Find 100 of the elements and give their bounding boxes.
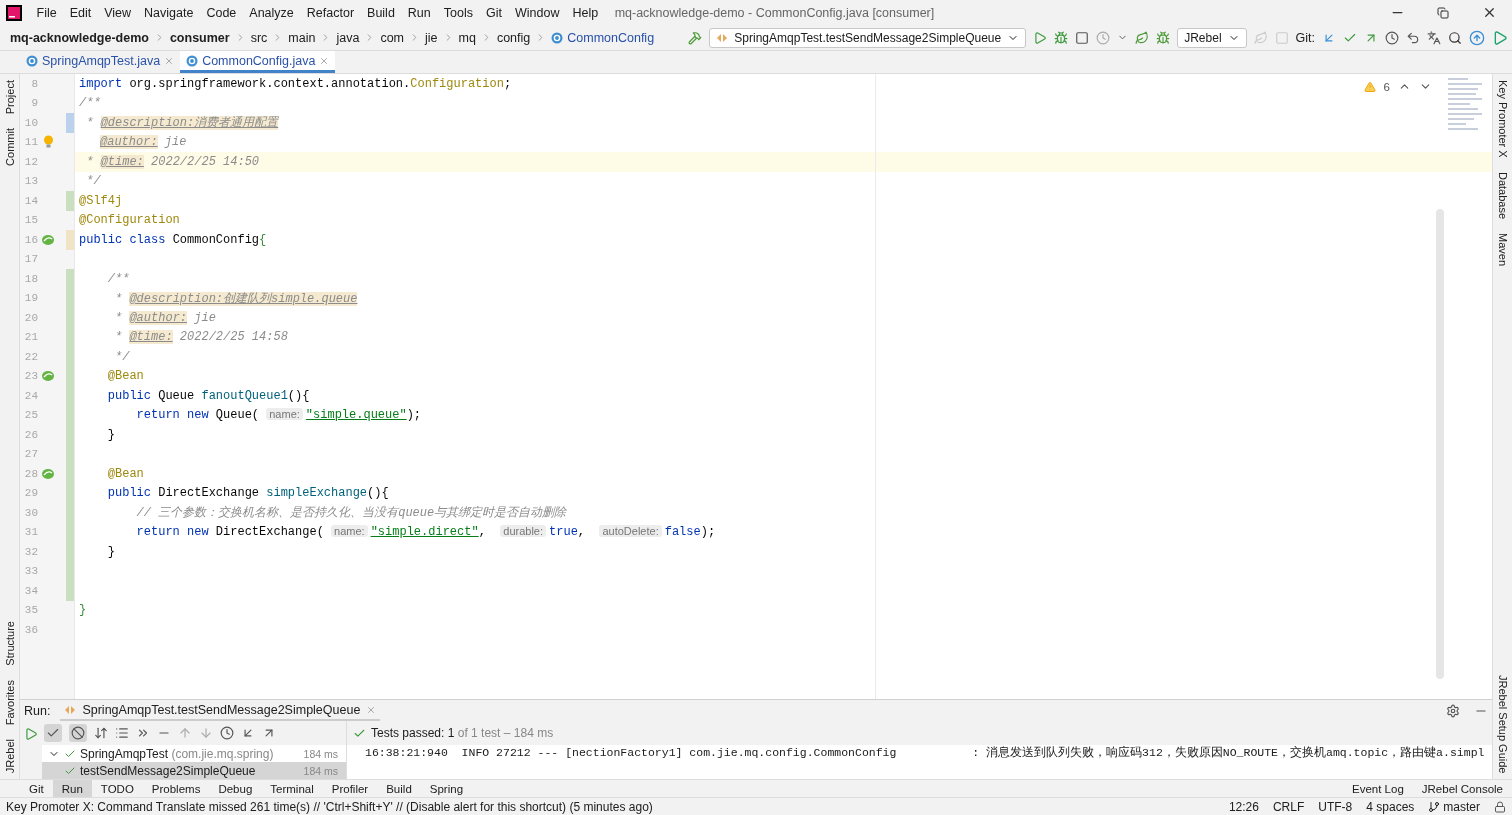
tool-window-tab[interactable]: Key Promoter X (1496, 80, 1509, 158)
tool-window-button[interactable]: Run (52, 780, 92, 797)
tool-window-tab[interactable]: Maven (1496, 232, 1509, 266)
line-number: 16 (23, 233, 38, 246)
tool-window-tab[interactable]: JRebel Setup Guide (1496, 674, 1509, 773)
tool-window-tab[interactable]: Project (3, 80, 16, 115)
menu-item[interactable]: Window (508, 5, 566, 20)
tool-window-button[interactable]: Event Log (1343, 780, 1413, 797)
breadcrumb[interactable]: src (250, 30, 268, 45)
tool-window-button[interactable]: Git (20, 780, 53, 797)
tool-window-button[interactable]: Debug (209, 780, 262, 797)
menu-item[interactable]: Analyze (242, 5, 301, 20)
test-name[interactable]: testSendMessage2SimpleQueue (80, 763, 256, 778)
bean-icon[interactable] (41, 232, 55, 247)
breadcrumb[interactable]: main (288, 30, 316, 45)
next-icon[interactable] (199, 726, 213, 740)
tool-window-button[interactable]: Build (377, 780, 421, 797)
status-item[interactable]: UTF-8 (1318, 799, 1353, 814)
code-line: */ (85, 174, 101, 189)
status-item[interactable]: 4 spaces (1366, 799, 1415, 814)
test-name[interactable]: SpringAmqpTest (com.jie.mq.spring) (80, 746, 274, 761)
menu-item[interactable]: Refactor (300, 5, 361, 20)
bean-icon[interactable] (41, 369, 55, 384)
rerun-icon[interactable] (24, 727, 38, 741)
breadcrumb[interactable]: consumer (169, 30, 230, 45)
breadcrumb[interactable]: mq-acknowledge-demo (10, 30, 149, 45)
editor-tab[interactable]: SpringAmqpTest.java (20, 51, 181, 73)
tool-window-button[interactable]: Spring (420, 780, 473, 797)
menu-item[interactable]: Code (199, 5, 243, 20)
tool-window-button[interactable]: Terminal (261, 780, 323, 797)
run-tab[interactable]: SpringAmqpTest.testSendMessage2SimpleQueue (60, 700, 381, 721)
history-icon[interactable] (1385, 30, 1399, 45)
tool-window-button[interactable]: Problems (142, 780, 210, 797)
line-number: 27 (23, 448, 38, 461)
restore-icon[interactable] (1437, 6, 1449, 19)
menu-item[interactable]: Help (565, 5, 605, 20)
breadcrumb[interactable]: CommonConfig (551, 30, 655, 45)
previous-icon[interactable] (178, 726, 192, 740)
show-passed-icon[interactable] (46, 726, 60, 740)
status-item[interactable]: CRLF (1272, 799, 1305, 814)
code-line: @Slf4j (79, 193, 123, 208)
lightbulb-icon[interactable] (42, 135, 54, 150)
bug-icon[interactable] (1156, 30, 1171, 45)
status-item[interactable]: master (1428, 799, 1480, 814)
warning-count[interactable]: 6 (1383, 80, 1390, 93)
breadcrumb[interactable]: mq (458, 30, 476, 45)
menu-item[interactable]: Tools (437, 5, 480, 20)
menu-item[interactable]: Run (401, 5, 438, 20)
line-number: 34 (23, 584, 38, 597)
rollback-icon[interactable] (1406, 30, 1420, 45)
test-summary: Tests passed: 1 of 1 test – 184 ms (371, 726, 554, 740)
menu-item[interactable]: View (97, 5, 138, 20)
bean-icon[interactable] (41, 466, 55, 481)
tool-window-tab[interactable]: Database (1496, 171, 1509, 219)
search-icon[interactable] (1448, 30, 1462, 45)
line-number: 17 (23, 253, 38, 266)
tool-window-button[interactable]: JRebel Console (1412, 780, 1512, 797)
menu-item[interactable]: Git (479, 5, 509, 20)
tool-window-tab[interactable]: JRebel (3, 738, 16, 773)
test-config-icon (716, 32, 729, 43)
line-number: 30 (23, 506, 38, 519)
code-line: @Bean (106, 466, 144, 481)
debug-icon[interactable] (1054, 30, 1069, 45)
lock-icon[interactable] (1494, 800, 1506, 813)
line-number: 18 (23, 272, 38, 285)
code-line: */ (114, 349, 130, 364)
tool-window-tab[interactable]: Favorites (3, 679, 16, 725)
settings-icon[interactable] (1446, 703, 1460, 718)
line-number: 31 (23, 526, 38, 539)
tool-window-button[interactable]: TODO (91, 780, 143, 797)
status-item[interactable]: 12:26 (1228, 799, 1259, 814)
upload-icon[interactable] (1469, 29, 1485, 46)
menu-item[interactable]: Edit (63, 5, 98, 20)
tool-window-tab[interactable]: Structure (3, 620, 16, 666)
editor-tab[interactable]: CommonConfig.java (180, 51, 336, 73)
jrebel-dropdown[interactable]: JRebel (1177, 27, 1247, 48)
tool-window-button[interactable]: Profiler (322, 780, 378, 797)
menu-item[interactable]: Navigate (137, 5, 200, 20)
breadcrumb[interactable]: config (496, 30, 531, 45)
line-number: 24 (23, 389, 38, 402)
run-config-dropdown[interactable]: SpringAmqpTest.testSendMessage2SimpleQueue (709, 27, 1027, 48)
run-icon[interactable] (1033, 30, 1048, 45)
scrollbar[interactable] (1436, 209, 1444, 679)
line-number: 14 (23, 194, 38, 207)
translate-icon[interactable] (1427, 30, 1441, 45)
test-time: 184 ms (303, 747, 339, 760)
code-line: /** (106, 271, 130, 286)
history-icon[interactable] (220, 726, 234, 740)
test-config-icon (64, 704, 77, 715)
warning-icon[interactable] (1363, 80, 1376, 93)
breadcrumb[interactable]: java (336, 30, 360, 45)
sort-icon[interactable] (94, 726, 108, 740)
breadcrumb[interactable]: jie (425, 30, 438, 45)
breadcrumb[interactable]: com (380, 30, 404, 45)
hammer-icon[interactable] (688, 30, 703, 45)
play-icon[interactable] (1492, 29, 1508, 46)
code-line: * @description:消费者通用配置 (85, 115, 279, 132)
tool-window-tab[interactable]: Commit (3, 128, 16, 167)
menu-item[interactable]: File (30, 5, 64, 20)
menu-item[interactable]: Build (360, 5, 402, 20)
